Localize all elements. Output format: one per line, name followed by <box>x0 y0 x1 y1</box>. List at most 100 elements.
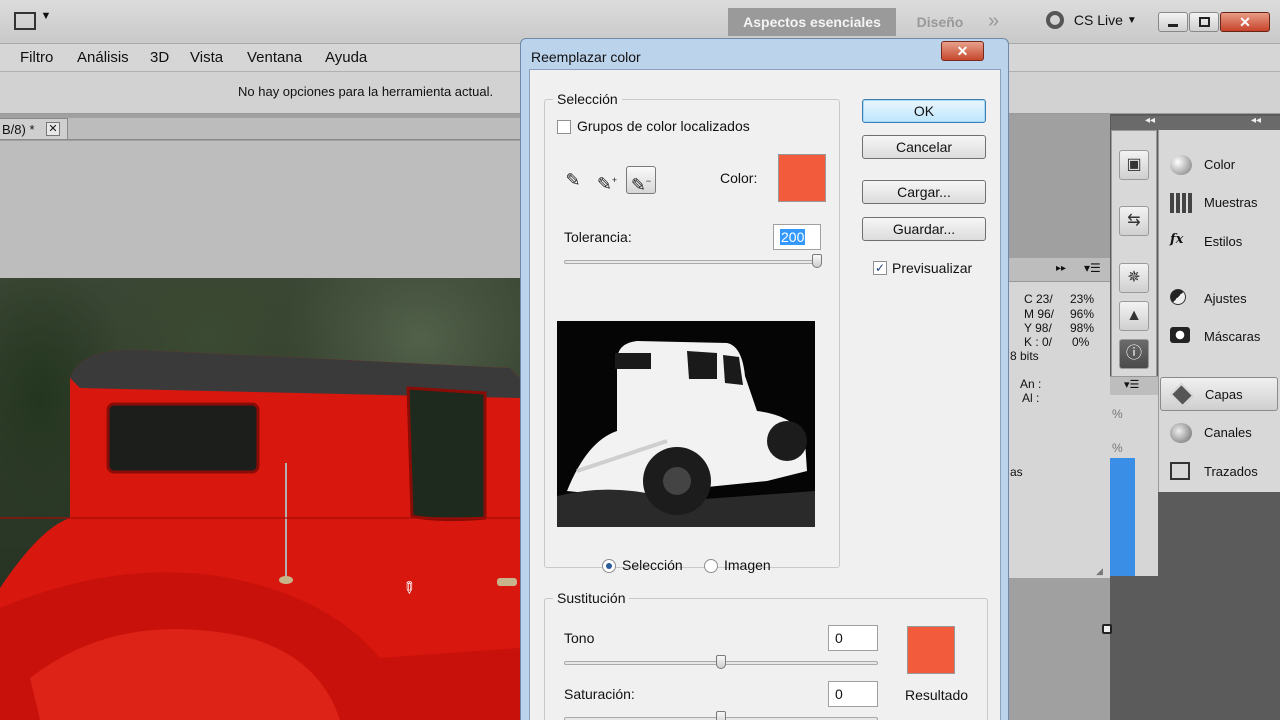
menu-item-filtro[interactable]: Filtro <box>20 49 53 66</box>
tolerance-input[interactable]: 200 <box>773 224 821 250</box>
info-m-value: 96% <box>1070 307 1095 321</box>
saturation-input[interactable]: 0 <box>828 681 878 707</box>
chevron-down-icon: ▼ <box>40 10 52 22</box>
document-canvas-image[interactable]: ✎ <box>0 278 520 720</box>
opacity-percent: % <box>1112 407 1123 421</box>
close-icon[interactable]: ✕ <box>46 122 60 136</box>
screen-mode-button[interactable]: ▼ <box>14 10 58 34</box>
cslive-button[interactable]: CS Live ▼ <box>1046 11 1137 33</box>
info-panel-header: ▸▸ ▾☰ <box>1000 258 1110 282</box>
document-tab[interactable]: B/8) * ✕ <box>0 118 68 140</box>
menu-item-3d[interactable]: 3D <box>150 49 169 66</box>
panel-expand-icon[interactable]: ▸▸ <box>1056 263 1066 274</box>
result-color-swatch[interactable] <box>907 626 955 674</box>
masks-icon <box>1170 327 1190 343</box>
car-mask-preview-image <box>557 321 815 527</box>
panel-collapse-bar[interactable]: ◂◂ ◂◂ <box>1111 115 1280 130</box>
saturation-value: 0 <box>835 686 843 702</box>
replacement-group-legend: Sustitución <box>557 590 626 606</box>
panel-muestras-label: Muestras <box>1204 195 1258 210</box>
close-app-button[interactable]: ✕ <box>1220 12 1270 32</box>
hue-label: Tono <box>564 630 595 646</box>
tolerance-slider-thumb[interactable] <box>812 254 822 268</box>
workspace-design-button[interactable]: Diseño <box>898 8 982 36</box>
image-radio-label: Imagen <box>724 557 771 573</box>
panel-mascaras[interactable]: Máscaras <box>1160 320 1278 354</box>
cslive-label: CS Live <box>1073 12 1123 29</box>
channels-icon <box>1170 423 1192 443</box>
screen-mode-icon <box>14 12 36 30</box>
panel-ajustes[interactable]: Ajustes <box>1160 282 1278 316</box>
eyedropper-plus-icon[interactable]: ✎+ <box>592 166 622 194</box>
eyedropper-minus-icon[interactable]: ✎− <box>626 166 656 195</box>
fill-percent: % <box>1112 441 1123 455</box>
hue-input[interactable]: 0 <box>828 625 878 651</box>
tolerance-slider-track[interactable] <box>564 260 822 264</box>
compass-icon[interactable]: ✵ <box>1119 263 1149 293</box>
chevron-down-icon: ▼ <box>1126 14 1137 26</box>
panel-mascaras-label: Máscaras <box>1204 329 1261 344</box>
navigator-icon[interactable]: ▣ <box>1119 150 1149 180</box>
lock-icon[interactable] <box>1102 624 1112 634</box>
info-c-value: 23% <box>1070 292 1095 306</box>
workspace-essentials-button[interactable]: Aspectos esenciales <box>728 8 896 36</box>
close-icon: ✕ <box>956 43 969 59</box>
panel-menu-icon[interactable]: ▾☰ <box>1084 261 1101 275</box>
info-icon[interactable]: ⓘ <box>1119 339 1149 369</box>
styles-icon: fx <box>1170 232 1184 247</box>
panel-canales-label: Canales <box>1204 425 1252 440</box>
selected-layer-highlight <box>1110 458 1135 576</box>
options-message: No hay opciones para la herramienta actu… <box>238 84 494 99</box>
panel-trazados-label: Trazados <box>1204 464 1258 479</box>
dialog-body: Selección Grupos de color localizados ✎ … <box>529 69 1001 720</box>
localized-color-clusters-checkbox[interactable] <box>557 120 571 134</box>
restore-button[interactable] <box>1189 12 1219 32</box>
info-y-label: Y 98/ <box>1024 321 1052 335</box>
panel-menu-icon[interactable]: ▾☰ <box>1124 378 1139 391</box>
minimize-button[interactable] <box>1158 12 1188 32</box>
info-height-label: Al : <box>1022 391 1040 405</box>
menu-item-ventana[interactable]: Ventana <box>247 49 302 66</box>
info-partial-text: as <box>1010 465 1023 479</box>
panel-estilos-label: Estilos <box>1204 234 1243 249</box>
selection-radio[interactable] <box>602 559 616 573</box>
history-icon[interactable]: ⇆ <box>1119 206 1149 236</box>
dialog-close-button[interactable]: ✕ <box>941 41 984 61</box>
panel-muestras[interactable]: Muestras <box>1160 186 1278 220</box>
menu-item-vista[interactable]: Vista <box>190 49 223 66</box>
histogram-icon[interactable]: ▲ <box>1119 301 1149 331</box>
image-radio[interactable] <box>704 559 718 573</box>
cancel-button[interactable]: Cancelar <box>862 135 986 159</box>
panel-ajustes-label: Ajustes <box>1204 291 1247 306</box>
close-icon: ✕ <box>1239 14 1251 30</box>
selection-group-legend: Selección <box>557 91 618 107</box>
ok-button[interactable]: OK <box>862 99 986 123</box>
saturation-slider-thumb[interactable] <box>716 711 726 720</box>
eyedropper-icon[interactable]: ✎ <box>558 166 588 194</box>
tolerance-value: 200 <box>780 229 806 245</box>
panel-color[interactable]: Color <box>1160 148 1278 182</box>
replace-color-dialog: Reemplazar color ✕ Selección Grupos de c… <box>520 38 1009 720</box>
menu-item-analisis[interactable]: Análisis <box>77 49 129 66</box>
selection-color-swatch[interactable] <box>778 154 826 202</box>
more-workspaces-icon[interactable]: » <box>988 8 1016 36</box>
resize-grip-icon[interactable]: ◢ <box>1096 566 1103 577</box>
hue-value: 0 <box>835 630 843 646</box>
panel-estilos[interactable]: fx Estilos <box>1160 225 1278 259</box>
panel-capas[interactable]: Capas <box>1160 377 1278 411</box>
layers-panel-header: ▾☰ <box>1110 377 1158 395</box>
panel-trazados[interactable]: Trazados <box>1160 455 1278 489</box>
load-button[interactable]: Cargar... <box>862 180 986 204</box>
hue-slider-thumb[interactable] <box>716 655 726 669</box>
red-car-image <box>0 349 520 720</box>
info-c-label: C 23/ <box>1024 292 1053 306</box>
panel-canales[interactable]: Canales <box>1160 416 1278 450</box>
preview-checkbox[interactable]: ✓ <box>873 261 887 275</box>
dialog-title: Reemplazar color <box>531 49 641 65</box>
tolerance-label: Tolerancia: <box>564 229 632 245</box>
restore-icon <box>1199 17 1210 27</box>
menu-item-ayuda[interactable]: Ayuda <box>325 49 367 66</box>
info-k-label: K : 0/ <box>1024 335 1053 349</box>
save-button[interactable]: Guardar... <box>862 217 986 241</box>
preview-label: Previsualizar <box>892 260 973 276</box>
